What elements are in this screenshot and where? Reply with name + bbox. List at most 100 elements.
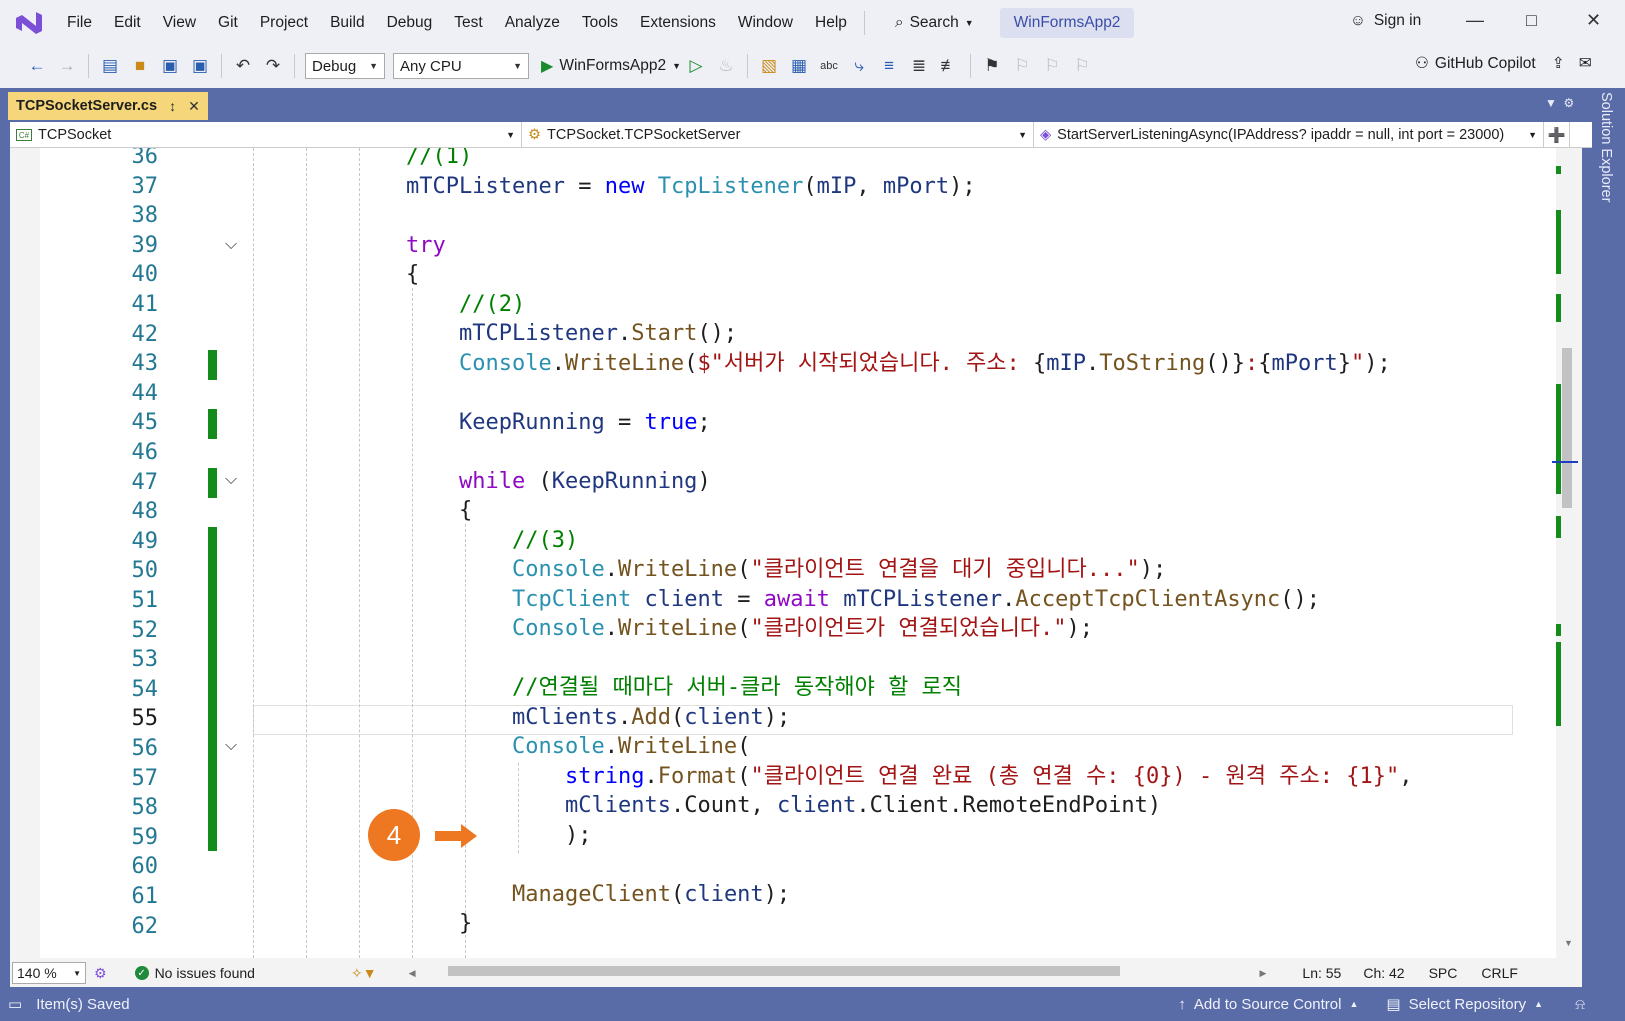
platform-select[interactable]: Any CPU ▼ [393,53,529,79]
horizontal-scroll-thumb[interactable] [448,966,1120,976]
line-number: 62 [131,913,159,939]
split-icon: ➕ [1547,127,1566,144]
run-target-label: WinFormsApp2 [559,57,667,74]
menu-edit[interactable]: Edit [103,0,152,46]
line-number: 52 [131,617,159,643]
minimize-icon[interactable]: — [1466,10,1484,31]
hot-reload-icon[interactable]: ♨ [713,53,739,79]
start-without-debug-icon[interactable]: ▷ [683,53,709,79]
menu-extensions[interactable]: Extensions [629,0,727,46]
chevron-down-icon: ▼ [73,968,81,978]
cleanup-icon[interactable]: ✧▼ [351,965,377,982]
health-icon[interactable]: ⚙ [94,965,107,982]
back-icon[interactable]: ← [24,53,50,79]
collapse-icon[interactable]: ⌵ [225,236,237,254]
menu-project[interactable]: Project [249,0,319,46]
copilot-button[interactable]: ⚇ GitHub Copilot ⇪ ✉ [1415,54,1592,73]
arrow-up-icon: ↑ [1178,995,1186,1013]
glyph-margin[interactable] [10,148,40,958]
solution-explorer-sidebar[interactable] [1592,88,1625,987]
split-button[interactable]: ➕ [1544,122,1570,148]
line-number: 50 [131,558,159,584]
scroll-thumb[interactable] [1562,348,1572,508]
line-ending-indicator[interactable]: CRLF [1481,965,1518,981]
whitespace-indicator[interactable]: SPC [1429,965,1458,981]
feedback-icon[interactable]: ✉ [1579,54,1592,73]
line-number: 44 [131,380,159,406]
config-select[interactable]: Debug ▼ [305,53,385,79]
browse-icon[interactable]: ▧ [756,53,782,79]
change-map-marker [1556,642,1561,726]
menu-debug[interactable]: Debug [376,0,444,46]
bookmark-icon[interactable]: ⚑ [979,53,1005,79]
code-line-61: ManageClient(client); [512,882,791,907]
chevron-down-icon: ▼ [1528,130,1537,140]
add-source-control-button[interactable]: ↑ Add to Source Control ▲ [1178,996,1358,1013]
signin-label: Sign in [1373,12,1422,29]
signin-button[interactable]: ☺ Sign in [1350,12,1421,30]
project-dropdown[interactable]: C# TCPSocket ▼ [10,122,522,148]
menu-build[interactable]: Build [319,0,375,46]
maximize-icon[interactable]: □ [1526,10,1537,31]
menu-view[interactable]: View [152,0,207,46]
collapse-icon[interactable]: ⌵ [225,471,237,489]
menu-analyze[interactable]: Analyze [494,0,571,46]
outdent-icon[interactable]: ≢ [936,53,962,79]
line-number: 56 [131,736,159,761]
issues-label[interactable]: No issues found [155,965,255,981]
select-repository-button[interactable]: ▤ Select Repository ▲ [1386,995,1544,1014]
notifications-icon[interactable]: ⍾ [1575,996,1585,1013]
menu-git[interactable]: Git [207,0,249,46]
step-icon[interactable]: ⤷ [846,53,872,79]
clear-bookmarks-icon[interactable]: ⚐ [1069,53,1095,79]
new-project-icon[interactable]: ▤ [97,53,123,79]
compare-icon[interactable]: ≡ [876,53,902,79]
zoom-select[interactable]: 140 % ▼ [12,962,86,984]
line-number: 45 [131,410,159,436]
column-indicator[interactable]: Ch: 42 [1363,965,1404,981]
menu-tools[interactable]: Tools [571,0,629,46]
line-indicator[interactable]: Ln: 55 [1302,965,1341,981]
code-line-47: while (KeepRunning) [459,469,711,494]
visual-studio-logo-icon [16,12,42,34]
indent-guide [253,148,254,958]
scroll-left-icon[interactable]: ◀ [409,968,416,979]
menu-file[interactable]: File [56,0,103,46]
undo-icon[interactable]: ↶ [230,53,256,79]
pin-icon[interactable]: ↕ [169,98,176,114]
collapse-icon[interactable]: ⌵ [225,737,237,755]
search-button[interactable]: ⌕ Search ▼ [885,14,984,32]
vertical-scrollbar[interactable]: ▼ [1552,148,1582,958]
line-number: 48 [131,499,159,525]
menu-window[interactable]: Window [727,0,804,46]
scroll-down-icon[interactable]: ▼ [1564,938,1573,948]
share-icon[interactable]: ⇪ [1552,54,1565,73]
save-all-icon[interactable]: ▣ [187,53,213,79]
change-map-marker [1556,210,1561,274]
redo-icon[interactable]: ↷ [260,53,286,79]
layout-icon[interactable]: ▦ [786,53,812,79]
search-icon: ⌕ [894,14,904,31]
run-button[interactable]: ▶ WinFormsApp2 ▼ [541,56,681,76]
chevron-up-icon: ▲ [1534,999,1544,1009]
close-icon[interactable]: ✕ [1586,10,1601,31]
class-dropdown[interactable]: ⚙ TCPSocket.TCPSocketServer ▼ [522,122,1034,148]
member-dropdown[interactable]: ◈ StartServerListeningAsync(IPAddress? ip… [1034,122,1544,148]
save-icon[interactable]: ▣ [157,53,183,79]
prev-bookmark-icon[interactable]: ⚐ [1009,53,1035,79]
spellcheck-icon[interactable]: abc [816,53,842,79]
open-folder-icon[interactable]: ■ [127,53,153,79]
tab-overflow-icon[interactable]: ▼ ⚙ [1545,96,1574,110]
scroll-right-icon[interactable]: ▶ [1259,968,1266,979]
code-editor[interactable]: 36 37 38 39 40 41 42 43 44 45 46 47 48 49 50 51 52 53 54 55… [10,148,1566,958]
output-icon[interactable]: ▭ [8,995,22,1013]
forward-icon[interactable]: → [54,53,80,79]
menu-test[interactable]: Test [443,0,493,46]
solution-explorer-tab[interactable]: Solution Explorer [1598,92,1614,202]
close-tab-icon[interactable]: ✕ [188,98,200,115]
chevron-down-icon: ▼ [369,61,378,71]
next-bookmark-icon[interactable]: ⚐ [1039,53,1065,79]
tab-tcpsocketserver[interactable]: TCPSocketServer.cs ↕ ✕ [8,92,208,120]
indent-icon[interactable]: ≣ [906,53,932,79]
menu-help[interactable]: Help [804,0,858,46]
